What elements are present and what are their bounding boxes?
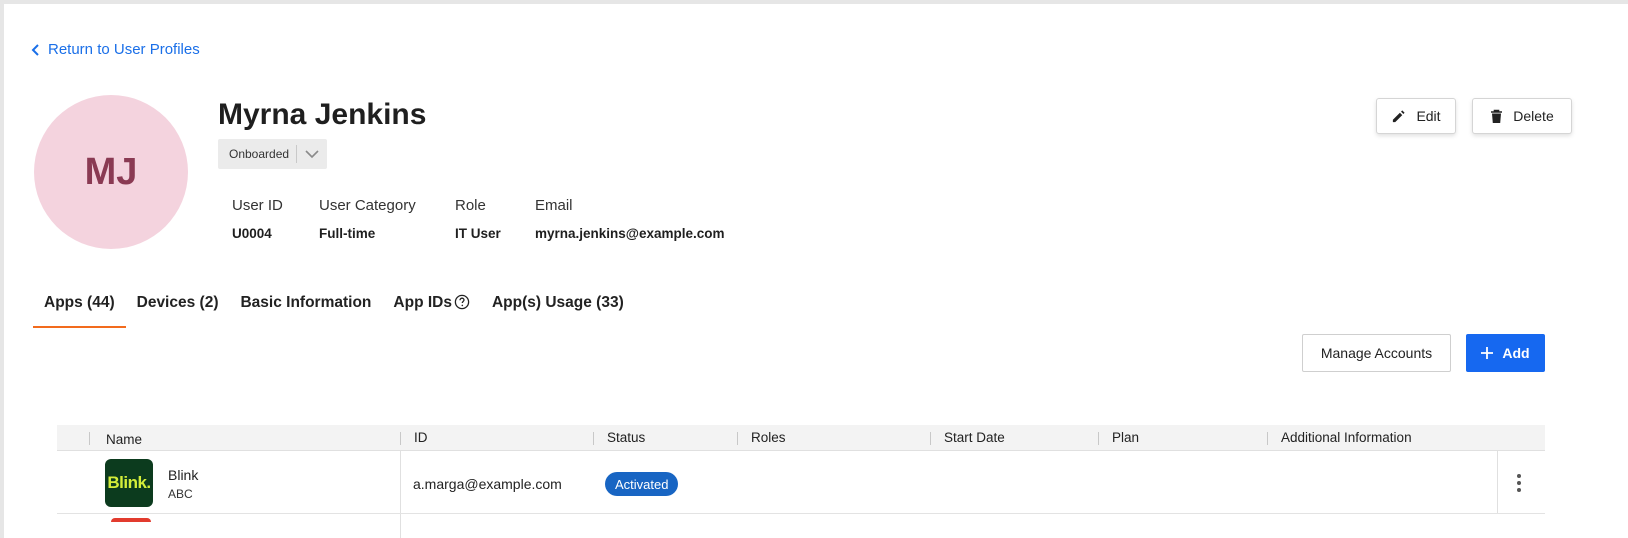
tab-devices-label: Devices (2)	[136, 294, 219, 311]
user-profile-page: Return to User Profiles MJ Myrna Jenkins…	[4, 4, 1628, 538]
user-category-label: User Category	[319, 197, 416, 214]
tab-app-usage[interactable]: App(s) Usage (33)	[481, 286, 635, 328]
chevron-down-icon	[297, 149, 327, 159]
column-start-date[interactable]: Start Date	[944, 430, 1005, 445]
column-divider	[1098, 432, 1099, 445]
tab-apps-label: Apps (44)	[44, 294, 115, 311]
more-options-icon[interactable]	[1514, 471, 1524, 495]
column-divider	[400, 451, 401, 513]
avatar: MJ	[34, 95, 188, 249]
role-value: IT User	[455, 226, 501, 241]
next-row-app-logo	[111, 518, 151, 522]
column-roles[interactable]: Roles	[751, 430, 786, 445]
user-category-field: User Category Full-time	[319, 197, 416, 241]
apps-table: Name ID Status Roles Start Date Plan Add…	[57, 425, 1545, 514]
delete-label: Delete	[1513, 108, 1554, 124]
user-id-value: U0004	[232, 226, 272, 241]
column-divider	[1267, 432, 1268, 445]
tab-app-usage-label: App(s) Usage (33)	[491, 294, 624, 311]
column-divider	[930, 432, 931, 445]
app-logo-text: Blink.	[107, 473, 151, 492]
tab-app-ids[interactable]: App IDs	[382, 286, 481, 328]
email-field: Email myrna.jenkins@example.com	[535, 197, 725, 241]
email-label: Email	[535, 197, 573, 214]
column-name[interactable]: Name	[106, 432, 142, 447]
status-dropdown[interactable]: Onboarded	[218, 139, 327, 169]
tab-devices[interactable]: Devices (2)	[126, 286, 230, 328]
column-divider	[1497, 451, 1498, 513]
status-badge: Activated	[605, 472, 679, 496]
tab-app-ids-label: App IDs	[393, 294, 452, 311]
table-row[interactable]: Blink. Blink ABC a.marga@example.com Act…	[57, 451, 1545, 514]
column-divider	[593, 432, 594, 445]
plus-icon	[1481, 347, 1494, 359]
app-org: ABC	[168, 487, 193, 501]
user-name: Myrna Jenkins	[218, 98, 427, 131]
app-logo: Blink.	[105, 459, 153, 507]
question-circle-icon[interactable]	[454, 294, 470, 310]
tab-basic-information-label: Basic Information	[240, 294, 372, 311]
edit-button[interactable]: Edit	[1376, 98, 1456, 134]
user-id-label: User ID	[232, 197, 283, 214]
add-label: Add	[1502, 345, 1530, 361]
user-category-value: Full-time	[319, 226, 376, 241]
status-value: Onboarded	[229, 147, 290, 161]
chevron-left-icon	[31, 43, 39, 56]
table-header: Name ID Status Roles Start Date Plan Add…	[57, 425, 1545, 451]
column-divider	[400, 432, 401, 445]
profile-tabs: Apps (44) Devices (2) Basic Information …	[33, 286, 635, 328]
email-value: myrna.jenkins@example.com	[535, 226, 725, 241]
tab-basic-information[interactable]: Basic Information	[229, 286, 382, 328]
trash-icon	[1491, 109, 1503, 123]
column-divider	[737, 432, 738, 445]
edit-label: Edit	[1416, 108, 1441, 124]
tab-apps[interactable]: Apps (44)	[33, 286, 126, 328]
add-button[interactable]: Add	[1466, 334, 1545, 372]
column-plan[interactable]: Plan	[1112, 430, 1139, 445]
delete-button[interactable]: Delete	[1472, 98, 1572, 134]
column-status[interactable]: Status	[607, 430, 645, 445]
role-field: Role IT User	[455, 197, 501, 241]
column-id[interactable]: ID	[414, 430, 428, 445]
app-account-id: a.marga@example.com	[413, 476, 562, 492]
pencil-icon	[1393, 109, 1406, 122]
return-to-user-profiles-link[interactable]: Return to User Profiles	[31, 41, 200, 58]
column-divider	[89, 432, 90, 445]
user-id-field: User ID U0004	[232, 197, 283, 241]
column-additional-information[interactable]: Additional Information	[1281, 430, 1412, 445]
return-link-label: Return to User Profiles	[48, 41, 200, 58]
role-label: Role	[455, 197, 486, 214]
column-divider	[400, 514, 401, 538]
manage-accounts-label: Manage Accounts	[1320, 345, 1433, 361]
manage-accounts-button[interactable]: Manage Accounts	[1302, 334, 1451, 372]
app-name[interactable]: Blink	[168, 467, 198, 483]
avatar-initials: MJ	[84, 150, 138, 193]
